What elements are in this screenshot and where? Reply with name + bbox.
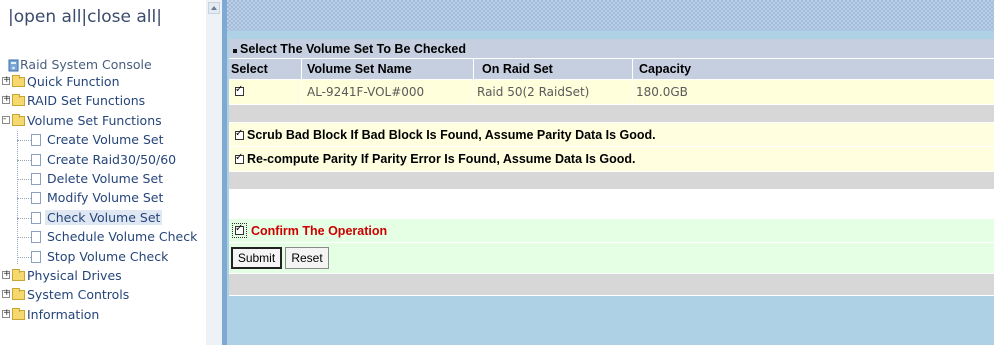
confirm-operation-label: Confirm The Operation bbox=[251, 224, 388, 238]
folder-icon bbox=[12, 308, 25, 320]
volume-set-name-cell: AL-9241F-VOL#000 bbox=[307, 85, 425, 99]
expand-icon[interactable]: + bbox=[2, 270, 11, 279]
folder-icon bbox=[12, 114, 25, 126]
collapse-icon[interactable]: - bbox=[2, 115, 10, 124]
column-divider bbox=[301, 59, 302, 105]
volume-select-checkbox[interactable] bbox=[235, 84, 244, 96]
spacer-band bbox=[229, 274, 994, 296]
section-title-row: Select The Volume Set To Be Checked bbox=[229, 39, 994, 59]
raid-set-cell: Raid 50(2 RaidSet) bbox=[477, 85, 590, 99]
main-content-pane: Select The Volume Set To Be Checked Sele… bbox=[227, 0, 994, 345]
tree-item-label: Modify Volume Set bbox=[47, 190, 164, 205]
spacer-gap bbox=[229, 190, 994, 219]
document-icon bbox=[31, 192, 41, 204]
folder-icon bbox=[12, 288, 25, 300]
tree-item-stop-volume-check[interactable]: Stop Volume Check bbox=[0, 248, 206, 266]
scrub-bad-block-label: Scrub Bad Block If Bad Block Is Found, A… bbox=[247, 128, 656, 142]
check-volume-set-form: Select The Volume Set To Be Checked Sele… bbox=[229, 39, 994, 296]
expand-icon[interactable]: + bbox=[2, 309, 11, 318]
tree-item-check-volume-set[interactable]: Check Volume Set bbox=[0, 209, 206, 227]
tree-connector bbox=[17, 218, 31, 219]
expand-icon[interactable]: + bbox=[2, 76, 11, 85]
reset-button[interactable]: Reset bbox=[285, 247, 329, 269]
tree-item-delete-volume-set[interactable]: Delete Volume Set bbox=[0, 170, 206, 188]
table-row[interactable]: AL-9241F-VOL#000 Raid 50(2 RaidSet) 180.… bbox=[229, 80, 994, 105]
tree-item-schedule-volume-check[interactable]: Schedule Volume Check bbox=[0, 228, 206, 246]
document-icon bbox=[31, 212, 41, 224]
folder-icon bbox=[12, 75, 25, 87]
document-icon bbox=[31, 134, 41, 146]
capacity-cell: 180.0GB bbox=[636, 85, 688, 99]
expand-icon[interactable]: + bbox=[2, 95, 11, 104]
column-header-capacity: Capacity bbox=[639, 62, 692, 76]
submit-button[interactable]: Submit bbox=[231, 247, 282, 269]
document-icon bbox=[31, 154, 41, 166]
tree-connector bbox=[17, 160, 31, 161]
spacer-band bbox=[229, 105, 994, 123]
tree-connector bbox=[17, 257, 31, 258]
scrub-bad-block-checkbox[interactable] bbox=[235, 128, 244, 140]
tree-item-create-volume-set[interactable]: Create Volume Set bbox=[0, 131, 206, 149]
tree-item-label: Schedule Volume Check bbox=[47, 229, 198, 244]
option-row-scrub[interactable]: Scrub Bad Block If Bad Block Is Found, A… bbox=[229, 123, 994, 147]
tree-item-system-controls[interactable]: + System Controls bbox=[0, 286, 206, 304]
folder-icon bbox=[12, 94, 25, 106]
document-icon bbox=[31, 231, 41, 243]
tree-connector-vertical bbox=[17, 131, 18, 264]
column-header-on-raid-set: On Raid Set bbox=[482, 62, 553, 76]
recompute-parity-checkbox[interactable] bbox=[235, 152, 244, 164]
folder-icon bbox=[12, 269, 25, 281]
spacer-band bbox=[229, 172, 994, 190]
bullet-icon bbox=[233, 49, 237, 53]
confirm-row[interactable]: Confirm The Operation bbox=[229, 219, 994, 243]
tree-item-label: System Controls bbox=[27, 287, 130, 302]
tree-item-label: RAID Set Functions bbox=[27, 93, 146, 108]
tree-item-label: Quick Function bbox=[27, 74, 120, 89]
tree-item-label: Create Raid30/50/60 bbox=[47, 152, 177, 167]
tree-item-label: Physical Drives bbox=[27, 268, 122, 283]
tree-item-label: Check Volume Set bbox=[45, 210, 163, 225]
console-title[interactable]: Raid System Console bbox=[20, 57, 152, 72]
document-icon bbox=[31, 251, 41, 263]
console-icon bbox=[8, 57, 19, 72]
tree-item-modify-volume-set[interactable]: Modify Volume Set bbox=[0, 189, 206, 207]
tree-item-raid-set-functions[interactable]: + RAID Set Functions bbox=[0, 92, 206, 110]
tree-item-physical-drives[interactable]: + Physical Drives bbox=[0, 267, 206, 285]
tree-item-label: Information bbox=[27, 307, 100, 322]
button-row: Submit Reset bbox=[229, 243, 994, 274]
column-divider bbox=[473, 59, 474, 105]
tree-connector bbox=[17, 140, 31, 141]
top-banner bbox=[227, 0, 994, 31]
tree-connector bbox=[17, 179, 31, 180]
column-header-select: Select bbox=[231, 62, 268, 76]
section-title: Select The Volume Set To Be Checked bbox=[240, 42, 466, 56]
tree-item-create-raid30-50-60[interactable]: Create Raid30/50/60 bbox=[0, 151, 206, 169]
column-divider bbox=[632, 59, 633, 105]
scroll-up-arrow-icon[interactable] bbox=[208, 2, 220, 14]
left-pane-scrollbar[interactable] bbox=[206, 0, 222, 345]
tree-item-label: Delete Volume Set bbox=[47, 171, 164, 186]
expand-icon[interactable]: + bbox=[2, 289, 11, 298]
open-close-all-links[interactable]: |open all|close all| bbox=[8, 7, 162, 27]
tree-item-volume-set-functions[interactable]: - Volume Set Functions bbox=[0, 112, 206, 130]
tree-item-label: Create Volume Set bbox=[47, 132, 164, 147]
tree-item-label: Stop Volume Check bbox=[47, 249, 169, 264]
confirm-operation-checkbox[interactable] bbox=[235, 223, 244, 235]
tree-item-quick-function[interactable]: + Quick Function bbox=[0, 73, 206, 91]
tree-connector bbox=[17, 198, 31, 199]
option-row-recompute[interactable]: Re-compute Parity If Parity Error Is Fou… bbox=[229, 147, 994, 172]
left-navigation-pane: |open all|close all| Raid System Console… bbox=[0, 0, 206, 345]
recompute-parity-label: Re-compute Parity If Parity Error Is Fou… bbox=[247, 152, 636, 166]
tree-item-information[interactable]: + Information bbox=[0, 306, 206, 324]
document-icon bbox=[31, 173, 41, 185]
column-header-volume-set-name: Volume Set Name bbox=[307, 62, 412, 76]
tree-item-label: Volume Set Functions bbox=[27, 113, 162, 128]
table-header-row: Select Volume Set Name On Raid Set Capac… bbox=[229, 59, 994, 80]
tree-connector bbox=[17, 237, 31, 238]
